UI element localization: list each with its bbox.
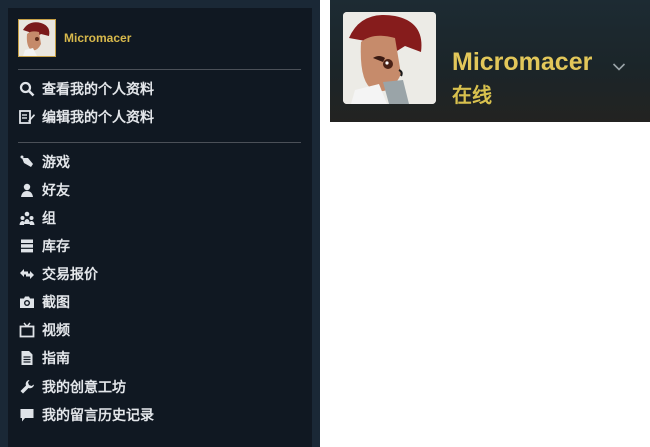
profile-dropdown-menu: Micromacer 查看我的个人资料 编辑我的个人资料 游戏 好友 组 库存 … xyxy=(8,8,312,447)
search-icon xyxy=(18,80,36,98)
menu-item-groups[interactable]: 组 xyxy=(18,207,56,229)
menu-item-label: 交易报价 xyxy=(42,267,98,283)
account-header: Micromacer 在线 xyxy=(330,0,650,122)
menu-item-label: 截图 xyxy=(42,295,70,311)
menu-item-label: 查看我的个人资料 xyxy=(42,82,154,98)
avatar-large[interactable] xyxy=(343,12,436,104)
inventory-icon xyxy=(18,237,36,255)
menu-item-label: 游戏 xyxy=(42,155,70,171)
menu-divider xyxy=(18,69,301,70)
edit-profile-icon xyxy=(18,108,36,126)
game-icon xyxy=(18,153,36,171)
wrench-icon xyxy=(18,378,36,396)
menu-item-inventory[interactable]: 库存 xyxy=(18,235,70,257)
trade-icon xyxy=(18,265,36,283)
menu-user-header[interactable]: Micromacer xyxy=(18,18,131,58)
group-icon xyxy=(18,209,36,227)
menu-divider xyxy=(18,142,301,143)
menu-item-label: 我的留言历史记录 xyxy=(42,408,154,424)
comment-icon xyxy=(18,406,36,424)
account-name[interactable]: Micromacer xyxy=(452,48,592,77)
tv-icon xyxy=(18,321,36,339)
menu-item-screenshots[interactable]: 截图 xyxy=(18,291,70,313)
friend-icon xyxy=(18,181,36,199)
menu-item-label: 视频 xyxy=(42,323,70,339)
guide-icon xyxy=(18,349,36,367)
menu-item-label: 组 xyxy=(42,211,56,227)
menu-item-label: 指南 xyxy=(42,351,70,367)
menu-item-workshop[interactable]: 我的创意工坊 xyxy=(18,376,126,398)
menu-item-videos[interactable]: 视频 xyxy=(18,319,70,341)
menu-item-edit-profile[interactable]: 编辑我的个人资料 xyxy=(18,106,154,128)
avatar[interactable] xyxy=(18,19,56,57)
menu-user-name[interactable]: Micromacer xyxy=(64,31,131,45)
menu-item-label: 编辑我的个人资料 xyxy=(42,110,154,126)
menu-item-guides[interactable]: 指南 xyxy=(18,347,70,369)
menu-item-label: 好友 xyxy=(42,183,70,199)
camera-icon xyxy=(18,293,36,311)
menu-item-label: 我的创意工坊 xyxy=(42,380,126,396)
menu-item-friends[interactable]: 好友 xyxy=(18,179,70,201)
menu-item-trade-offers[interactable]: 交易报价 xyxy=(18,263,98,285)
menu-item-games[interactable]: 游戏 xyxy=(18,151,70,173)
menu-item-comment-history[interactable]: 我的留言历史记录 xyxy=(18,404,154,426)
menu-item-view-profile[interactable]: 查看我的个人资料 xyxy=(18,78,154,100)
profile-dropdown-panel: Micromacer 查看我的个人资料 编辑我的个人资料 游戏 好友 组 库存 … xyxy=(0,0,320,447)
status-text: 在线 xyxy=(452,83,492,107)
chevron-down-icon[interactable] xyxy=(612,57,626,76)
menu-item-label: 库存 xyxy=(42,239,70,255)
